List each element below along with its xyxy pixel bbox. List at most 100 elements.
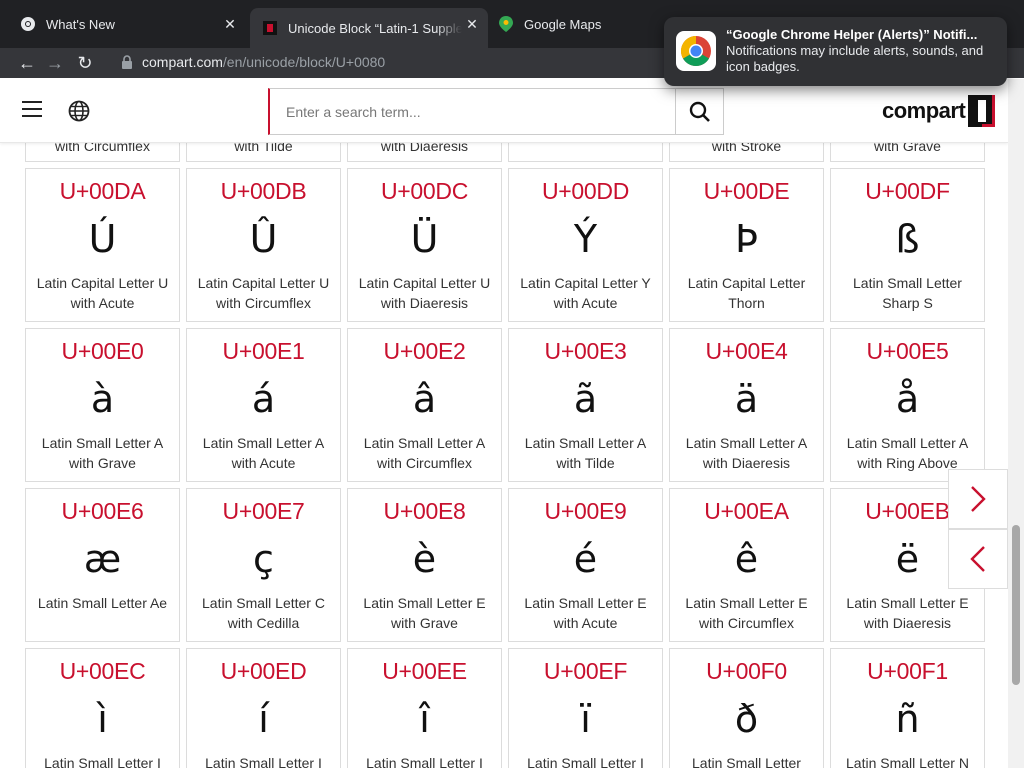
character-name: Latin Small Letter <box>692 755 801 768</box>
character-glyph: Ý <box>573 217 598 261</box>
character-name: Latin Capital Letter Thorn <box>687 275 806 311</box>
character-glyph: á <box>251 377 276 421</box>
url-field[interactable]: compart.com/en/unicode/block/U+0080 <box>108 48 708 76</box>
character-glyph: ï <box>580 697 591 741</box>
character-glyph: à <box>90 377 115 421</box>
character-card[interactable]: U+00EF ï Latin Small Letter I <box>508 648 663 768</box>
previous-page-button[interactable] <box>948 529 1008 589</box>
character-card[interactable]: U+00EC ì Latin Small Letter I <box>25 648 180 768</box>
character-card[interactable]: U+00DF ß Latin Small Letter Sharp S <box>830 168 985 322</box>
character-card[interactable]: U+00E6 æ Latin Small Letter Ae <box>25 488 180 642</box>
tab-label: Google Maps <box>524 16 602 32</box>
globe-icon[interactable] <box>68 100 90 122</box>
character-glyph: í <box>258 697 269 741</box>
tab-label: What's New <box>46 16 115 32</box>
character-glyph: Ü <box>410 217 439 261</box>
chrome-icon <box>20 16 36 32</box>
character-card[interactable]: U+00E4 ä Latin Small Letter A with Diaeres… <box>669 328 824 482</box>
character-name: Latin Small Letter C with Cedilla <box>202 595 325 631</box>
code-point: U+00DF <box>865 178 950 204</box>
character-glyph: ß <box>895 217 920 261</box>
reload-icon[interactable]: ↻ <box>74 52 96 74</box>
character-glyph: Ú <box>88 217 117 261</box>
code-point: U+00E0 <box>61 338 144 364</box>
web-page: Enter a search term... compart with Circ… <box>0 79 1008 768</box>
character-name: Latin Small Letter I <box>366 755 483 768</box>
code-point: U+00EE <box>382 658 467 684</box>
code-point: U+00ED <box>220 658 307 684</box>
page-scrollbar[interactable] <box>1008 79 1024 768</box>
forward-arrow-icon[interactable]: → <box>44 52 66 74</box>
tab-whats-new[interactable]: What's New ✕ <box>8 8 246 40</box>
character-card[interactable]: U+00E8 è Latin Small Letter E with Grave <box>347 488 502 642</box>
character-glyph: ä <box>734 377 759 421</box>
chevron-left-icon <box>970 546 985 572</box>
compart-logo[interactable]: compart <box>882 95 996 127</box>
back-arrow-icon[interactable]: ← <box>16 52 38 74</box>
search-input[interactable]: Enter a search term... <box>268 88 676 135</box>
character-name: Latin Capital Letter U with Diaeresis <box>358 275 491 311</box>
search-icon <box>689 101 710 122</box>
character-card[interactable]: U+00F1 ñ Latin Small Letter N <box>830 648 985 768</box>
character-glyph: æ <box>83 537 122 581</box>
character-glyph: ã <box>573 377 598 421</box>
character-card[interactable]: U+00EA ê Latin Small Letter E with Circumf… <box>669 488 824 642</box>
code-point: U+00DE <box>703 178 790 204</box>
character-card[interactable]: U+00DD Ý Latin Capital Letter Y with Acute <box>508 168 663 322</box>
character-card[interactable]: U+00E9 é Latin Small Letter E with Acute <box>508 488 663 642</box>
next-page-button[interactable] <box>948 469 1008 529</box>
logo-text: compart <box>882 98 966 123</box>
character-name: Latin Small Letter I <box>527 755 644 768</box>
character-name: Latin Capital Letter U with Circumflex <box>197 275 330 311</box>
menu-icon[interactable] <box>22 101 42 117</box>
character-card[interactable]: U+00DB Û Latin Capital Letter U with Circu… <box>186 168 341 322</box>
code-point: U+00E3 <box>544 338 627 364</box>
character-card[interactable]: U+00E5 å Latin Small Letter A with Ring Ab… <box>830 328 985 482</box>
character-card[interactable]: U+00E7 ç Latin Small Letter C with Cedilla <box>186 488 341 642</box>
character-card[interactable]: U+00E2 â Latin Small Letter A with Circumf… <box>347 328 502 482</box>
tab-label: Unicode Block “Latin-1 Supplement” <box>288 20 462 36</box>
character-card[interactable]: U+00E3 ã Latin Small Letter A with Tilde <box>508 328 663 482</box>
character-name: Latin Small Letter A with Tilde <box>524 435 647 471</box>
code-point: U+00EC <box>59 658 146 684</box>
search-placeholder: Enter a search term... <box>286 103 421 120</box>
close-tab-icon[interactable]: ✕ <box>222 16 238 32</box>
system-notification[interactable]: “Google Chrome Helper (Alerts)” Notifi..… <box>664 17 1007 86</box>
character-card[interactable]: U+00DC Ü Latin Capital Letter U with Diaer… <box>347 168 502 322</box>
url-path: /en/unicode/block/U+0080 <box>222 54 386 70</box>
character-card[interactable]: U+00DE Þ Latin Capital Letter Thorn <box>669 168 824 322</box>
tab-unicode-block[interactable]: Unicode Block “Latin-1 Supplement” ✕ <box>250 8 488 48</box>
close-tab-icon[interactable]: ✕ <box>464 16 480 32</box>
character-card[interactable]: U+00EE î Latin Small Letter I <box>347 648 502 768</box>
character-name: Latin Small Letter E with Circumflex <box>685 595 808 631</box>
character-card[interactable]: U+00E1 á Latin Small Letter A with Acute <box>186 328 341 482</box>
code-point: U+00DD <box>541 178 630 204</box>
site-header: Enter a search term... compart <box>0 79 1008 143</box>
url-host: compart.com <box>142 54 223 70</box>
code-point: U+00E1 <box>222 338 305 364</box>
character-name: Latin Small Letter Ae <box>37 595 168 611</box>
scroll-thumb[interactable] <box>1012 525 1020 685</box>
code-point: U+00F1 <box>867 658 948 684</box>
code-point: U+00DA <box>59 178 146 204</box>
code-point: U+00E2 <box>383 338 466 364</box>
search-button[interactable] <box>675 88 724 135</box>
tab-google-maps[interactable]: Google Maps <box>490 8 650 40</box>
code-point: U+00E6 <box>61 498 144 524</box>
code-point: U+00DB <box>220 178 307 204</box>
character-card[interactable]: U+00F0 ð Latin Small Letter <box>669 648 824 768</box>
character-glyph: Þ <box>735 217 758 261</box>
character-name: Latin Small Letter A with Diaeresis <box>685 435 808 471</box>
code-point: U+00E4 <box>705 338 788 364</box>
character-name: Latin Small Letter A with Circumflex <box>363 435 486 471</box>
code-point: U+00E9 <box>544 498 627 524</box>
character-name: Latin Capital Letter Y with Acute <box>520 275 651 311</box>
character-card[interactable]: U+00DA Ú Latin Capital Letter U with Acute <box>25 168 180 322</box>
character-card[interactable]: U+00ED í Latin Small Letter I <box>186 648 341 768</box>
character-name: Latin Small Letter E with Acute <box>524 595 647 631</box>
character-glyph: è <box>412 537 437 581</box>
character-name: Latin Small Letter E with Diaeresis <box>846 595 969 631</box>
character-glyph: ê <box>734 537 759 581</box>
character-name: Latin Small Letter A with Ring Above <box>846 435 969 471</box>
character-card[interactable]: U+00E0 à Latin Small Letter A with Grave <box>25 328 180 482</box>
